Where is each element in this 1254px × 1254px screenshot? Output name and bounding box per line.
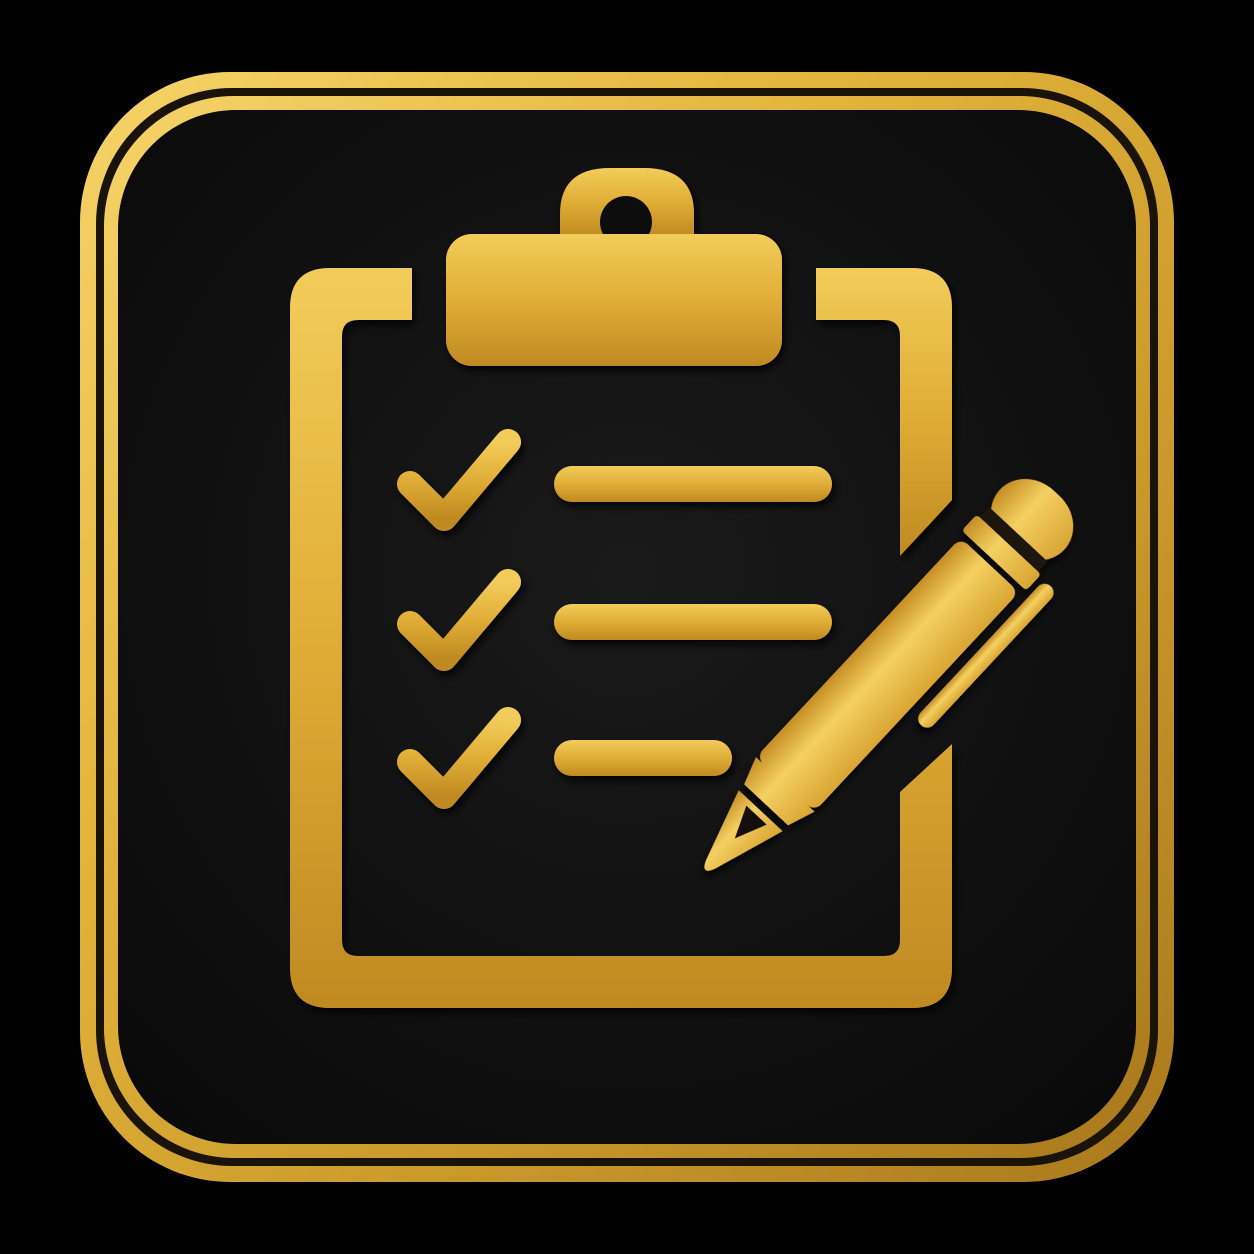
- clipboard-checklist-pen-icon[interactable]: [0, 0, 1254, 1254]
- app-icon-canvas: [0, 0, 1254, 1254]
- checklist-line: [554, 740, 732, 776]
- clipboard-clip-base: [446, 234, 782, 366]
- checklist-line: [554, 604, 832, 640]
- checklist-line: [554, 466, 832, 502]
